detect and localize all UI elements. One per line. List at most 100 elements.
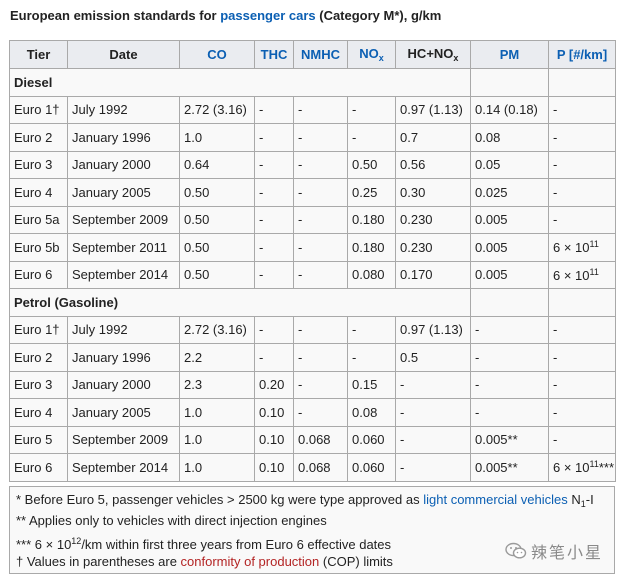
thc-link[interactable]: THC [261, 47, 288, 62]
section-empty-cell [470, 68, 549, 97]
cell-co: 0.50 [179, 178, 255, 207]
cell-pm: 0.14 (0.18) [470, 95, 549, 124]
cell-p-base: - [553, 102, 558, 118]
cell-nox: - [347, 123, 396, 152]
footnote-4-tail: (COP) limits [319, 553, 393, 569]
page: European emission standards for passenge… [0, 0, 640, 582]
cell-nmhc: - [293, 370, 348, 399]
cell-p-base: 6 × 10 [553, 460, 590, 476]
section-row: Petrol (Gasoline) [9, 288, 616, 317]
cell-pm: 0.08 [470, 123, 549, 152]
cell-nmhc: - [293, 123, 348, 152]
cell-nmhc: - [293, 150, 348, 179]
watermark-text: 辣笔小星 [531, 545, 604, 562]
cell-pm: 0.005** [470, 453, 549, 482]
cell-tier: Euro 2 [9, 123, 68, 152]
footnote-3-exponent: 12 [71, 536, 82, 546]
cell-p-exponent: 11 [589, 266, 599, 277]
nmhc-link[interactable]: NMHC [301, 47, 340, 62]
cell-nox: 0.060 [347, 425, 396, 454]
cell-thc: - [254, 343, 294, 372]
cell-date: September 2014 [67, 260, 180, 289]
header-hcnox[interactable]: HC+NOx [395, 40, 471, 69]
cell-date: September 2009 [67, 425, 180, 454]
header-thc[interactable]: THC [254, 40, 294, 69]
cell-date: January 1996 [67, 343, 180, 372]
header-co[interactable]: CO [179, 40, 255, 69]
cell-thc: - [254, 315, 294, 344]
table-row: Euro 6 September 2014 1.0 0.10 0.068 0.060-0.… [9, 453, 616, 482]
cell-hcnox: 0.56 [395, 150, 471, 179]
caption-prefix: European emission standards for [10, 8, 221, 23]
cell-nox: 0.080 [347, 260, 396, 289]
cell-nmhc: 0.068 [293, 453, 348, 482]
cell-p: - [548, 343, 616, 372]
cell-p-base: - [553, 377, 558, 393]
cell-tier: Euro 5a [9, 205, 68, 234]
table-row: Euro 4 January 2005 1.0 0.10-0.08- - - [9, 398, 616, 427]
cell-date: July 1992 [67, 95, 180, 124]
cell-thc: 0.10 [254, 453, 294, 482]
footnote-3-tail: /km within first three years from Euro 6… [81, 537, 392, 552]
conformity-of-production-link[interactable]: conformity of production [181, 554, 320, 569]
cell-nmhc: - [293, 178, 348, 207]
header-p[interactable]: P [#/km] [548, 40, 616, 69]
cell-tier: Euro 1† [9, 95, 68, 124]
cell-p: - [548, 398, 616, 427]
cell-date: January 2000 [67, 370, 180, 399]
cell-hcnox: 0.5 [395, 343, 471, 372]
cell-co: 1.0 [179, 453, 255, 482]
cell-thc: - [254, 233, 294, 262]
cell-date: January 2000 [67, 150, 180, 179]
header-pm[interactable]: PM [470, 40, 549, 69]
cell-tier: Euro 5 [9, 425, 68, 454]
cell-p-base: - [553, 184, 558, 200]
cell-nox: 0.15 [347, 370, 396, 399]
cell-date: January 2005 [67, 178, 180, 207]
header-date[interactable]: Date [67, 40, 180, 69]
cell-hcnox: - [395, 398, 471, 427]
cell-thc: - [254, 95, 294, 124]
header-tier[interactable]: Tier [9, 40, 68, 69]
pm-link[interactable]: PM [500, 47, 520, 62]
cell-pm: - [470, 315, 549, 344]
footnote-4-text: † Values in parentheses are [16, 553, 181, 569]
table-caption: European emission standards for passenge… [10, 8, 441, 23]
cell-p: 6 × 1011 [548, 260, 616, 289]
cell-nox: 0.50 [347, 150, 396, 179]
cell-co: 1.0 [179, 425, 255, 454]
passenger-cars-link[interactable]: passenger cars [220, 8, 315, 23]
co-link[interactable]: CO [207, 47, 227, 62]
cell-p: - [548, 370, 616, 399]
cell-tier: Euro 1† [9, 315, 68, 344]
cell-date: January 1996 [67, 123, 180, 152]
cell-co: 2.2 [179, 343, 255, 372]
light-commercial-vehicles-link[interactable]: light commercial vehicles [423, 492, 568, 507]
cell-pm: - [470, 343, 549, 372]
header-nox[interactable]: NOx [347, 40, 396, 69]
cell-nmhc: 0.068 [293, 425, 348, 454]
cell-hcnox: 0.230 [395, 205, 471, 234]
cell-thc: - [254, 123, 294, 152]
table-row: Euro 1† July 1992 2.72 (3.16) - - -0.97 (1.13… [9, 315, 616, 344]
cell-tier: Euro 6 [9, 260, 68, 289]
cell-nmhc: - [293, 398, 348, 427]
nox-link[interactable]: NOx [359, 46, 384, 63]
cell-p: 6 × 1011*** [548, 453, 616, 482]
table-body: Diesel Euro 1† July 1992 2.72 (3.16) - - -0.97… [9, 68, 616, 482]
cell-tier: Euro 3 [9, 370, 68, 399]
cell-nox: 0.180 [347, 233, 396, 262]
p-link[interactable]: P [#/km] [557, 47, 607, 62]
cell-p-exponent: 11 [589, 239, 599, 250]
header-nmhc[interactable]: NMHC [293, 40, 348, 69]
cell-nox: - [347, 95, 396, 124]
cell-thc: 0.10 [254, 425, 294, 454]
cell-nox: 0.180 [347, 205, 396, 234]
table-row: Euro 1† July 1992 2.72 (3.16) - - -0.97 (1.13… [9, 95, 616, 124]
cell-co: 2.72 (3.16) [179, 315, 255, 344]
cell-tier: Euro 6 [9, 453, 68, 482]
cell-p-base: - [553, 349, 558, 365]
footnote-2: ** Applies only to vehicles with direct … [16, 512, 327, 528]
table-row: Euro 2 January 1996 2.2- - -0.5- - [9, 343, 616, 372]
cell-hcnox: 0.7 [395, 123, 471, 152]
